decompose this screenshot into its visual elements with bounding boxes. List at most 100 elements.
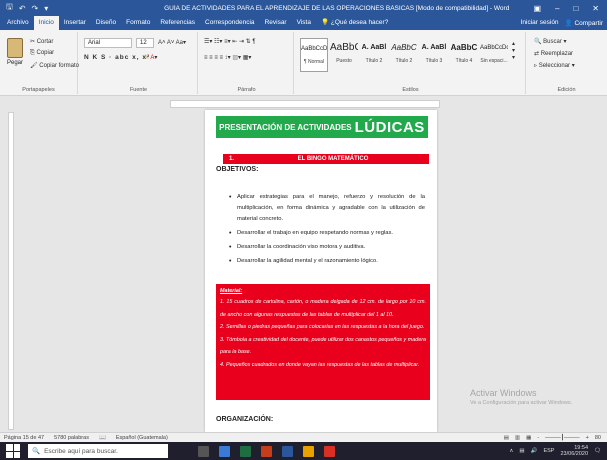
horizontal-ruler[interactable] bbox=[170, 100, 440, 108]
style-titulo-4[interactable]: AaBbC Título 4 bbox=[450, 38, 478, 72]
proofing-icon[interactable]: 📖 bbox=[99, 435, 106, 441]
clipboard-group: Pegar ✂ Cortar ⎘ Copiar 🖌 Copiar formato… bbox=[0, 32, 79, 94]
vertical-ruler[interactable] bbox=[8, 112, 14, 430]
undo-icon[interactable]: ↶ bbox=[19, 4, 26, 13]
maximize-icon[interactable]: □ bbox=[573, 4, 578, 13]
grow-shrink-font-icon[interactable]: A˄ A˅ Aa▾ bbox=[158, 39, 186, 46]
tell-me-box[interactable]: 💡 ¿Qué desea hacer? bbox=[316, 16, 393, 30]
paintbrush-icon: 🖌 bbox=[30, 63, 38, 69]
read-mode-icon[interactable]: ▤ bbox=[504, 435, 509, 441]
clock[interactable]: 19:54 23/06/2020 bbox=[560, 445, 588, 458]
volume-icon[interactable]: 🔊 bbox=[531, 448, 538, 454]
web-layout-icon[interactable]: ▦ bbox=[526, 435, 531, 441]
find-button[interactable]: 🔍 Buscar ▾ bbox=[534, 38, 567, 45]
powerpoint-icon[interactable] bbox=[261, 445, 272, 457]
search-icon: 🔍 bbox=[32, 448, 41, 455]
style-normal[interactable]: AaBbCcDc ¶ Normal bbox=[300, 38, 328, 72]
material-item: 3. Tómbola a creatividad del docente, pu… bbox=[220, 336, 426, 356]
material-item: 1. 15 cuadros de cartulina, cartón, o ma… bbox=[220, 299, 426, 318]
close-icon[interactable]: ✕ bbox=[592, 4, 599, 13]
text-color-icons[interactable]: ✎ A▾ bbox=[144, 54, 157, 61]
tab-insertar[interactable]: Insertar bbox=[59, 16, 91, 30]
customize-icon[interactable]: ▾ bbox=[44, 4, 48, 13]
copy-button[interactable]: ⎘ Copiar bbox=[30, 50, 54, 57]
style-titulo-1[interactable]: A. AaBl Título 2 bbox=[360, 38, 388, 72]
style-sin-espaciado[interactable]: AaBbCcDc Sin espaci... bbox=[480, 38, 508, 72]
tab-inicio[interactable]: Inicio bbox=[33, 16, 59, 30]
styles-scroll-icon[interactable]: ▴ ▾ ▾ bbox=[512, 40, 515, 61]
word-count[interactable]: 5780 palabras bbox=[54, 435, 89, 441]
tray-chevron-icon[interactable]: ∧ bbox=[509, 448, 513, 454]
font-size-select[interactable]: 12 bbox=[136, 38, 154, 48]
section-title: EL BINGO MATEMÁTICO bbox=[297, 156, 369, 162]
tab-correspondencia[interactable]: Correspondencia bbox=[200, 16, 260, 30]
list-item: Desarrollar el trabajo en equipo respeta… bbox=[229, 228, 425, 239]
format-painter-button[interactable]: 🖌 Copiar formato bbox=[30, 62, 79, 69]
share-button[interactable]: 👤 Compartir bbox=[565, 19, 603, 27]
objectives-title: OBJETIVOS: bbox=[216, 166, 259, 173]
redo-icon[interactable]: ↷ bbox=[32, 4, 39, 13]
ribbon: Pegar ✂ Cortar ⎘ Copiar 🖌 Copiar formato… bbox=[0, 30, 607, 96]
tab-diseno[interactable]: Diseño bbox=[91, 16, 121, 30]
zoom-level[interactable]: 80 bbox=[595, 435, 601, 441]
list-buttons-icon[interactable]: ☰▾ ☷▾ ≡▾ ⇤ ⇥ ⇅ ¶ bbox=[204, 38, 256, 45]
font-group: Arial 12 A˄ A˅ Aa▾ N K S · abc x, x² ✎ A… bbox=[80, 32, 198, 94]
style-titulo-2[interactable]: AaBbC Título 2 bbox=[390, 38, 418, 72]
network-icon[interactable]: ▤ bbox=[519, 448, 524, 454]
section-header: 1. EL BINGO MATEMÁTICO bbox=[223, 154, 429, 164]
excel-icon[interactable] bbox=[240, 445, 251, 457]
align-buttons-icon[interactable]: ≡ ≡ ≡ ≡ ↕▾ ▨▾ ▦▾ bbox=[204, 54, 251, 61]
language-indicator[interactable]: Español (Guatemala) bbox=[116, 435, 168, 441]
activate-windows-watermark: Activar Windows Ve a Configuración para … bbox=[470, 388, 573, 406]
tab-formato[interactable]: Formato bbox=[121, 16, 155, 30]
task-view-icon[interactable] bbox=[198, 445, 209, 457]
cut-button[interactable]: ✂ Cortar bbox=[30, 38, 53, 45]
title-bar: 🖫 ↶ ↷ ▾ GUÍA DE ACTIVIDADES PARA EL APRE… bbox=[0, 0, 607, 16]
input-language[interactable]: ESP bbox=[543, 448, 554, 454]
style-titulo-3[interactable]: A. AaBl Título 3 bbox=[420, 38, 448, 72]
group-label: Edición bbox=[557, 87, 576, 93]
print-layout-icon[interactable]: ▥ bbox=[515, 435, 520, 441]
word-icon[interactable] bbox=[282, 445, 293, 457]
taskbar-search[interactable]: 🔍 Escribe aquí para buscar. bbox=[28, 444, 168, 458]
page-count[interactable]: Página 15 de 47 bbox=[4, 435, 44, 441]
copy-icon: ⎘ bbox=[30, 50, 35, 56]
material-item: 4. Pequeños cuadrados en donde vayan las… bbox=[220, 361, 420, 368]
material-title: Material: bbox=[220, 288, 243, 294]
format-buttons-row[interactable]: N K S · abc x, x² bbox=[84, 54, 150, 61]
section-number: 1. bbox=[229, 156, 235, 162]
select-button[interactable]: ▹ Seleccionar ▾ bbox=[534, 62, 575, 69]
taskbar: 🔍 Escribe aquí para buscar. ∧ ▤ 🔊 ESP 19… bbox=[0, 442, 607, 460]
sign-in-link[interactable]: Iniciar sesión bbox=[521, 19, 559, 27]
windows-start-icon[interactable] bbox=[6, 444, 20, 458]
quick-access-toolbar: 🖫 ↶ ↷ ▾ bbox=[0, 1, 140, 15]
paste-button[interactable]: Pegar bbox=[4, 38, 26, 66]
style-puesto[interactable]: AaBbC Puesto bbox=[330, 38, 358, 72]
restore-ribbon-icon[interactable]: ▣ bbox=[533, 4, 541, 13]
replace-button[interactable]: ⇄ Reemplazar bbox=[534, 50, 573, 57]
group-label: Estilos bbox=[402, 87, 419, 93]
tab-archivo[interactable]: Archivo bbox=[2, 16, 34, 30]
store-icon[interactable] bbox=[219, 445, 230, 457]
document-page[interactable]: PRESENTACIÓN DE ACTIVIDADES LÚDICAS 1. E… bbox=[205, 110, 437, 432]
notifications-icon[interactable]: 🗨 bbox=[594, 448, 601, 454]
zoom-slider[interactable]: ────┃──── bbox=[545, 435, 580, 441]
styles-group: AaBbCcDc ¶ Normal AaBbC Puesto A. AaBl T… bbox=[296, 32, 526, 94]
zoom-in-button[interactable]: + bbox=[586, 435, 589, 441]
zoom-out-button[interactable]: - bbox=[537, 435, 539, 441]
browser-icon[interactable] bbox=[324, 445, 335, 457]
files-icon[interactable] bbox=[303, 445, 314, 457]
status-bar: Página 15 de 47 5780 palabras 📖 Español … bbox=[0, 432, 607, 442]
banner-big-text: LÚDICAS bbox=[354, 118, 425, 136]
tab-revisar[interactable]: Revisar bbox=[260, 16, 292, 30]
system-tray: ∧ ▤ 🔊 ESP 19:54 23/06/2020 🗨 bbox=[509, 445, 607, 458]
paragraph-group: ☰▾ ☷▾ ≡▾ ⇤ ⇥ ⇅ ¶ ≡ ≡ ≡ ≡ ↕▾ ▨▾ ▦▾ Párraf… bbox=[200, 32, 294, 94]
font-name-select[interactable]: Arial bbox=[84, 38, 132, 48]
save-icon[interactable]: 🖫 bbox=[6, 1, 13, 15]
tab-referencias[interactable]: Referencias bbox=[155, 16, 200, 30]
zoom-controls: ▤ ▥ ▦ - ────┃──── + 80 bbox=[504, 435, 607, 441]
tab-vista[interactable]: Vista bbox=[292, 16, 316, 30]
minimize-icon[interactable]: – bbox=[555, 4, 559, 13]
ribbon-tabs: Archivo Inicio Insertar Diseño Formato R… bbox=[0, 16, 607, 30]
title-banner: PRESENTACIÓN DE ACTIVIDADES LÚDICAS bbox=[216, 116, 428, 138]
